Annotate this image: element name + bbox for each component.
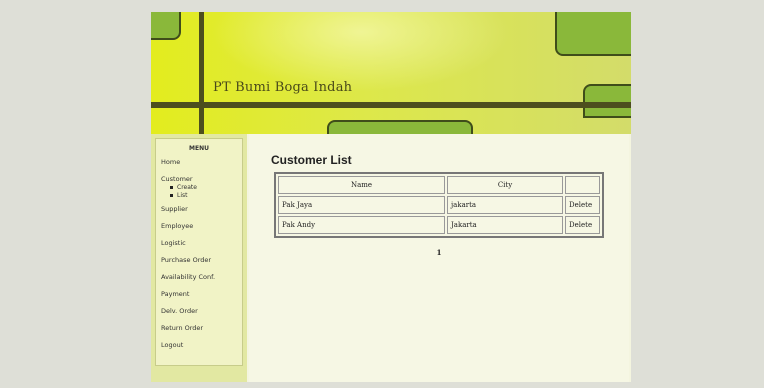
menu-item-payment[interactable]: Payment: [156, 289, 242, 306]
decorative-block: [555, 12, 631, 56]
menu-item-delv-order[interactable]: Delv. Order: [156, 306, 242, 323]
submenu-item-create[interactable]: Create: [170, 184, 242, 192]
decorative-block: [583, 84, 631, 118]
customer-table: Name City Pak Jaya jakarta Delete Pak An…: [274, 172, 604, 238]
cell-city: Jakarta: [447, 216, 563, 234]
menu-item-home[interactable]: Home: [156, 157, 242, 174]
menu-box: MENU Home Customer Create List Supplier …: [155, 138, 243, 366]
menu-item-logistic[interactable]: Logistic: [156, 238, 242, 255]
column-header-name: Name: [278, 176, 445, 194]
menu-item-customer[interactable]: Customer: [156, 174, 242, 184]
decorative-horizontal-bar: [151, 102, 631, 108]
cell-city: jakarta: [447, 196, 563, 214]
header-banner: PT Bumi Boga Indah: [151, 12, 631, 134]
menu-item-employee[interactable]: Employee: [156, 221, 242, 238]
menu-item-availability-conf[interactable]: Availability Conf.: [156, 272, 242, 289]
decorative-vertical-bar: [199, 12, 204, 134]
cell-name: Pak Andy: [278, 216, 445, 234]
bullet-icon: [170, 193, 173, 197]
submenu-item-list[interactable]: List: [170, 192, 242, 200]
column-header-city: City: [447, 176, 563, 194]
menu-item-return-order[interactable]: Return Order: [156, 323, 242, 340]
page-number-link[interactable]: 1: [437, 248, 442, 257]
cell-name: Pak Jaya: [278, 196, 445, 214]
table-header-row: Name City: [278, 176, 600, 194]
submenu-item-label: Create: [177, 184, 197, 191]
table-row: Pak Andy Jakarta Delete: [278, 216, 600, 234]
menu-title: MENU: [189, 145, 209, 152]
decorative-block: [151, 12, 181, 40]
company-name: PT Bumi Boga Indah: [213, 80, 353, 95]
submenu-item-label: List: [177, 191, 188, 199]
main-content: Customer List Name City Pak Jaya jakarta…: [249, 134, 629, 382]
delete-button[interactable]: Delete: [565, 196, 600, 214]
pagination: 1: [249, 248, 629, 257]
bullet-icon: [170, 186, 173, 189]
customer-submenu: Create List: [156, 184, 242, 199]
menu-item-logout[interactable]: Logout: [156, 340, 242, 357]
table-row: Pak Jaya jakarta Delete: [278, 196, 600, 214]
menu-item-supplier[interactable]: Supplier: [156, 204, 242, 221]
page-title: Customer List: [271, 153, 352, 167]
column-header-action: [565, 176, 600, 194]
menu-item-purchase-order[interactable]: Purchase Order: [156, 255, 242, 272]
page-container: PT Bumi Boga Indah MENU Home Customer Cr…: [151, 12, 631, 382]
sidebar: MENU Home Customer Create List Supplier …: [151, 134, 247, 382]
decorative-block: [327, 120, 473, 134]
delete-button[interactable]: Delete: [565, 216, 600, 234]
